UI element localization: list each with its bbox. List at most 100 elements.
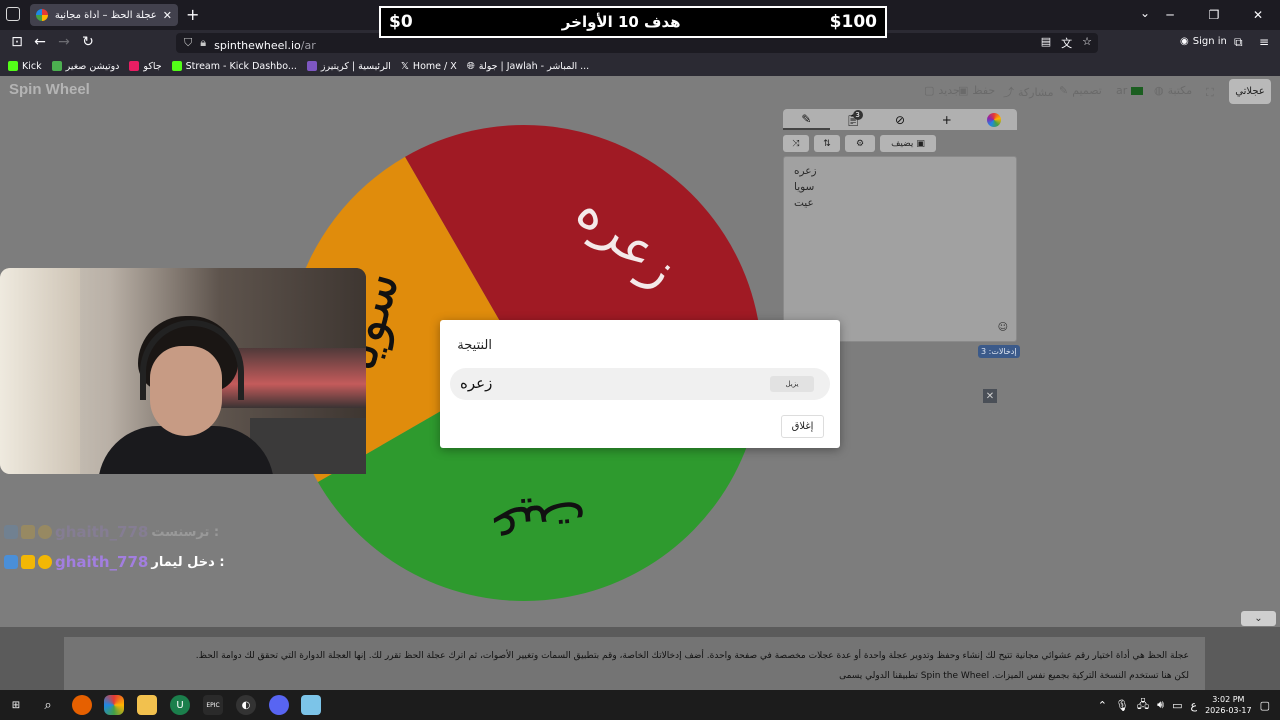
speaker-icon[interactable]: 🔊︎ — [1157, 698, 1164, 712]
badge-icon — [4, 525, 18, 539]
input-language[interactable]: ع — [1191, 699, 1198, 712]
scroll-down-button[interactable]: ⌄ — [1241, 611, 1276, 626]
fullscreen-icon[interactable]: ⛶ — [1206, 86, 1214, 100]
search-icon[interactable]: ⌕ — [38, 695, 58, 715]
bookmark-x[interactable]: 𝕏 Home / X — [401, 61, 457, 72]
chat-message: ghaith_778 دخل ليمار : — [4, 553, 225, 571]
chevron-down-icon: ⌄ — [1254, 613, 1263, 624]
network-icon[interactable]: 🖧 — [1137, 696, 1149, 715]
chevron-up-icon[interactable]: ⌃ — [1098, 699, 1107, 712]
settings-button[interactable]: ⚙ — [845, 135, 875, 152]
kick-icon — [171, 61, 182, 71]
color-wheel-icon — [986, 112, 1001, 127]
reload-icon[interactable]: ↻ — [79, 34, 97, 50]
bookmark-star-icon[interactable]: ☆ — [1082, 35, 1092, 51]
battery-icon[interactable]: ▭ — [1172, 699, 1182, 712]
browser-tab[interactable]: عجلة الحظ – أداة مجانية للتدوير ع ✕ — [30, 4, 178, 26]
wheel-favicon-icon — [36, 9, 48, 21]
microphone-icon[interactable]: 🎙︎ — [1115, 699, 1129, 712]
close-icon[interactable]: ✕ — [983, 389, 997, 403]
sign-in-button[interactable]: ◉ Sign in — [1180, 36, 1227, 47]
app-icon[interactable]: U — [170, 695, 190, 715]
hide-icon: ⊘ — [894, 112, 906, 127]
lock-icon[interactable]: 🔒︎ — [200, 36, 206, 50]
clock[interactable]: 3:02 PM 2026-03-17 — [1205, 694, 1252, 716]
remove-button[interactable]: يزيل — [770, 376, 814, 392]
bookmark-kick-dashboard[interactable]: Stream - Kick Dashbo... — [171, 61, 297, 72]
menu-design[interactable]: ✎ تصميم — [1059, 84, 1102, 97]
menu-share[interactable]: ⤴ مشاركة — [1003, 84, 1054, 100]
forward-icon[interactable]: → — [55, 34, 73, 50]
entries-textarea[interactable]: زعره سويا عيت ☺ — [783, 156, 1017, 342]
bookmark-jawlah[interactable]: 🌐︎ جولة | Jawlah - المباشر ... — [467, 61, 589, 72]
gear-icon: ⚙ — [855, 138, 865, 149]
notifications-icon[interactable]: ▢ — [1260, 699, 1270, 712]
bookmark-criters[interactable]: الرئيسية | كريتيرز — [306, 61, 391, 72]
tab-results[interactable]: 📋︎ 3 — [830, 109, 877, 130]
bookmark-icon — [129, 61, 140, 71]
menu-library[interactable]: ◍ مكتبة — [1154, 84, 1192, 97]
windows-taskbar: ⊞ ⌕ U EPIC ◐ ⌃ 🎙︎ 🖧 🔊︎ ▭ ع 3:02 PM 2026-… — [0, 690, 1280, 720]
shuffle-button[interactable]: ⤨ — [783, 135, 809, 152]
sort-icon: ⇅ — [823, 138, 831, 149]
edit-icon: ✎ — [801, 111, 812, 126]
bookmark-icon — [51, 61, 62, 71]
add-image-button[interactable]: يضيف ▣ — [880, 135, 936, 152]
share-icon: ⤴ — [1003, 86, 1014, 99]
firefox-icon[interactable] — [72, 695, 92, 715]
copilot-icon[interactable] — [104, 695, 124, 715]
close-window-icon[interactable]: ✕ — [1236, 0, 1280, 30]
menu-language[interactable]: ar — [1116, 84, 1144, 97]
menu-save[interactable]: ▣ حفظ — [958, 84, 995, 97]
emoji-icon[interactable]: ☺ — [998, 322, 1008, 333]
goal-target: $100 — [829, 12, 877, 32]
chat-text: ترسنست : — [151, 524, 220, 540]
tab-colors[interactable] — [970, 109, 1017, 130]
close-tab-icon[interactable]: ✕ — [163, 9, 172, 22]
back-icon[interactable]: ← — [31, 34, 49, 50]
minimize-icon[interactable]: ─ — [1148, 0, 1192, 30]
restore-icon[interactable]: ❐ — [1192, 0, 1236, 30]
close-button[interactable]: إغلاق — [781, 415, 824, 438]
tab-list-icon[interactable] — [6, 7, 20, 21]
start-icon[interactable]: ⊞ — [6, 695, 26, 715]
bookmark-kick[interactable]: Kick — [8, 61, 42, 72]
sort-button[interactable]: ⇅ — [814, 135, 840, 152]
url-path: /ar — [300, 38, 316, 52]
menu-new[interactable]: ▢ جديد — [924, 84, 960, 97]
result-value: زعره — [460, 374, 493, 392]
my-wheels-button[interactable]: عجلاتي — [1229, 79, 1271, 104]
bookmark-jako[interactable]: جاكو — [129, 61, 162, 72]
translate-icon[interactable]: 文 — [1061, 35, 1072, 51]
bookmark-small-donation[interactable]: دوتيشن صغير — [51, 61, 119, 72]
chat-message-faded: ghaith_778 ترسنست : — [4, 523, 219, 541]
entry-line: زعره — [794, 165, 817, 177]
library-icon: ◍ — [1154, 84, 1164, 97]
tab-hidden[interactable]: ⊘ — [877, 109, 924, 130]
reader-view-icon[interactable]: ▤ — [1041, 35, 1051, 51]
site-logo[interactable]: Spin Wheel — [9, 81, 90, 98]
epic-games-icon[interactable]: EPIC — [203, 695, 223, 715]
file-explorer-icon[interactable] — [137, 695, 157, 715]
menu-icon[interactable]: ≡ — [1259, 35, 1269, 49]
new-tab-icon[interactable]: + — [186, 5, 199, 24]
globe-icon: 🌐︎ — [466, 60, 475, 72]
discord-icon[interactable] — [269, 695, 289, 715]
extensions-icon[interactable]: ⧉ — [1234, 35, 1243, 50]
obs-icon[interactable]: ◐ — [236, 695, 256, 715]
pencil-icon: ✎ — [1059, 84, 1069, 97]
account-icon: ◉ — [1180, 36, 1189, 47]
page-content: Spin Wheel ▢ جديد ▣ حفظ ⤴ مشاركة ✎ تصميم ar … — [0, 76, 1280, 690]
tab-add-wheel[interactable]: + — [923, 109, 970, 130]
description-line: لكن هنا تستخدم النسخة التركية بجميع نفس … — [839, 671, 1189, 681]
shield-icon[interactable]: ⛉ — [184, 36, 192, 50]
add-icon: + — [941, 112, 952, 127]
clock-date: 2026-03-17 — [1205, 706, 1252, 715]
x-logo-icon: 𝕏 — [400, 60, 409, 72]
sign-in-label: Sign in — [1192, 36, 1227, 47]
app-icon[interactable] — [301, 695, 321, 715]
system-tray: ⌃ 🎙︎ 🖧 🔊︎ ▭ ع 3:02 PM 2026-03-17 ▢ — [1098, 690, 1280, 720]
sidebar-icon[interactable]: ⊡ — [8, 34, 26, 50]
tab-edit[interactable]: ✎ — [783, 109, 830, 130]
entry-line: سويا — [794, 181, 815, 193]
